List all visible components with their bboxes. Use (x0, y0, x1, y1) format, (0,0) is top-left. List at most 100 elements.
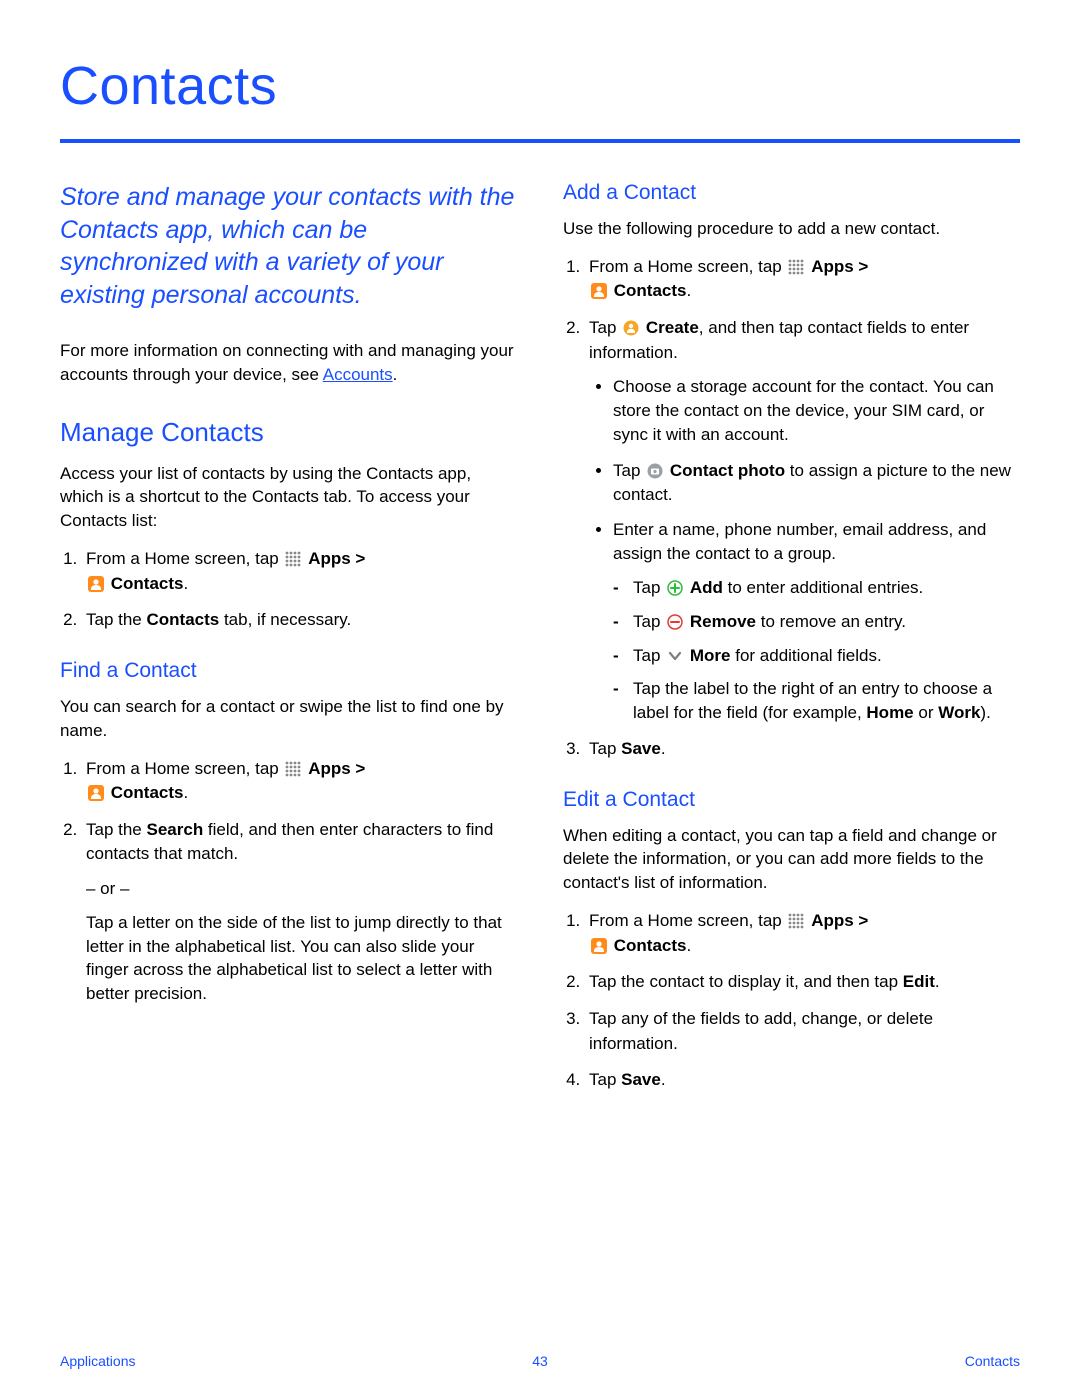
edit-desc: When editing a contact, you can tap a fi… (563, 824, 1020, 895)
footer-page-number: 43 (532, 1353, 548, 1369)
find-steps: From a Home screen, tap Apps > Contacts.… (60, 757, 517, 1007)
list-item: From a Home screen, tap Apps > Contacts. (82, 757, 517, 806)
txt: Tap the (86, 610, 147, 629)
page-title: Contacts (60, 55, 1020, 117)
save-bold: Save (621, 1070, 661, 1089)
more-bold: More (690, 646, 731, 665)
create-bold: Create (646, 318, 699, 337)
apps-grid-icon (788, 259, 804, 275)
dot: . (686, 936, 691, 955)
body-columns: Store and manage your contacts with the … (60, 181, 1020, 1105)
photo-icon (647, 463, 663, 479)
more-info-prefix: For more information on connecting with … (60, 341, 514, 384)
add-bullets: Choose a storage account for the contact… (589, 375, 1020, 725)
apps-label: Apps > (308, 759, 365, 778)
accounts-link[interactable]: Accounts (323, 365, 393, 384)
edit-steps: From a Home screen, tap Apps > Contacts.… (563, 909, 1020, 1093)
list-item: Tap the Search field, and then enter cha… (82, 818, 517, 1006)
txt: Tap (589, 1070, 621, 1089)
txt2: . (935, 972, 940, 991)
home-bold: Home (866, 703, 913, 722)
work-bold: Work (938, 703, 980, 722)
find-contact-heading: Find a Contact (60, 659, 517, 683)
apps-label: Apps > (811, 911, 868, 930)
txt2: . (661, 739, 666, 758)
search-bold: Search (147, 820, 204, 839)
list-item: Tap Save. (585, 737, 1020, 762)
intro-text: Store and manage your contacts with the … (60, 181, 517, 311)
contacts-icon (591, 283, 607, 299)
txt: Enter a name, phone number, email addres… (613, 520, 986, 563)
txt2: tab, if necessary. (219, 610, 351, 629)
list-item: Choose a storage account for the contact… (613, 375, 1020, 446)
list-item: Tap Contact photo to assign a picture to… (613, 459, 1020, 507)
txt2: for additional fields. (731, 646, 882, 665)
dot: . (183, 783, 188, 802)
save-bold: Save (621, 739, 661, 758)
find-alt: Tap a letter on the side of the list to … (86, 911, 517, 1006)
txt: Tap (633, 612, 665, 631)
contacts-icon (591, 938, 607, 954)
list-item: Tap Save. (585, 1068, 1020, 1093)
list-item: Tap Create, and then tap contact fields … (585, 316, 1020, 725)
apps-label: Apps > (811, 257, 868, 276)
txt2: to remove an entry. (756, 612, 906, 631)
plus-icon (667, 580, 683, 596)
minus-icon (667, 614, 683, 630)
list-item: Tap More for additional fields. (613, 644, 1020, 668)
apps-grid-icon (285, 761, 301, 777)
txt: Tap (613, 461, 645, 480)
manage-desc: Access your list of contacts by using th… (60, 462, 517, 533)
txt3: ). (980, 703, 990, 722)
apps-grid-icon (788, 913, 804, 929)
edit-bold: Edit (903, 972, 935, 991)
page-footer: Applications 43 Contacts (0, 1353, 1080, 1369)
apps-grid-icon (285, 551, 301, 567)
left-column: Store and manage your contacts with the … (60, 181, 517, 1105)
list-item: Tap the contact to display it, and then … (585, 970, 1020, 995)
more-info-para: For more information on connecting with … (60, 339, 517, 387)
list-item: Tap the Contacts tab, if necessary. (82, 608, 517, 633)
txt2: to enter additional entries. (723, 578, 923, 597)
txt: Tap the (86, 820, 147, 839)
or-sep: – or – (86, 877, 517, 901)
txt: From a Home screen, tap (86, 549, 283, 568)
txt: From a Home screen, tap (589, 257, 786, 276)
contacts-label: Contacts (111, 783, 184, 802)
list-item: Tap any of the fields to add, change, or… (585, 1007, 1020, 1056)
list-item: From a Home screen, tap Apps > Contacts. (585, 909, 1020, 958)
contacts-icon (88, 785, 104, 801)
add-bold: Add (690, 578, 723, 597)
contacts-label: Contacts (614, 281, 687, 300)
txt: From a Home screen, tap (589, 911, 786, 930)
dot: . (686, 281, 691, 300)
add-desc: Use the following procedure to add a new… (563, 217, 1020, 241)
manage-steps: From a Home screen, tap Apps > Contacts.… (60, 547, 517, 633)
txt: Tap (633, 646, 665, 665)
txt2: . (661, 1070, 666, 1089)
footer-left: Applications (60, 1353, 136, 1369)
txt: Tap (589, 318, 621, 337)
list-item: Enter a name, phone number, email addres… (613, 518, 1020, 725)
right-column: Add a Contact Use the following procedur… (563, 181, 1020, 1105)
list-item: Tap Add to enter additional entries. (613, 576, 1020, 600)
more-info-suffix: . (393, 365, 398, 384)
remove-bold: Remove (690, 612, 756, 631)
edit-contact-heading: Edit a Contact (563, 788, 1020, 812)
list-item: Tap Remove to remove an entry. (613, 610, 1020, 634)
txt: Tap (633, 578, 665, 597)
create-icon (623, 320, 639, 336)
contacts-label: Contacts (111, 574, 184, 593)
contacts-icon (88, 576, 104, 592)
chevron-down-icon (667, 648, 683, 664)
txt2: or (914, 703, 939, 722)
add-contact-heading: Add a Contact (563, 181, 1020, 205)
txt: From a Home screen, tap (86, 759, 283, 778)
find-desc: You can search for a contact or swipe th… (60, 695, 517, 743)
contacts-label: Contacts (614, 936, 687, 955)
list-item: From a Home screen, tap Apps > Contacts. (82, 547, 517, 596)
txt: Tap the contact to display it, and then … (589, 972, 903, 991)
dot: . (183, 574, 188, 593)
list-item: From a Home screen, tap Apps > Contacts. (585, 255, 1020, 304)
add-steps: From a Home screen, tap Apps > Contacts.… (563, 255, 1020, 762)
